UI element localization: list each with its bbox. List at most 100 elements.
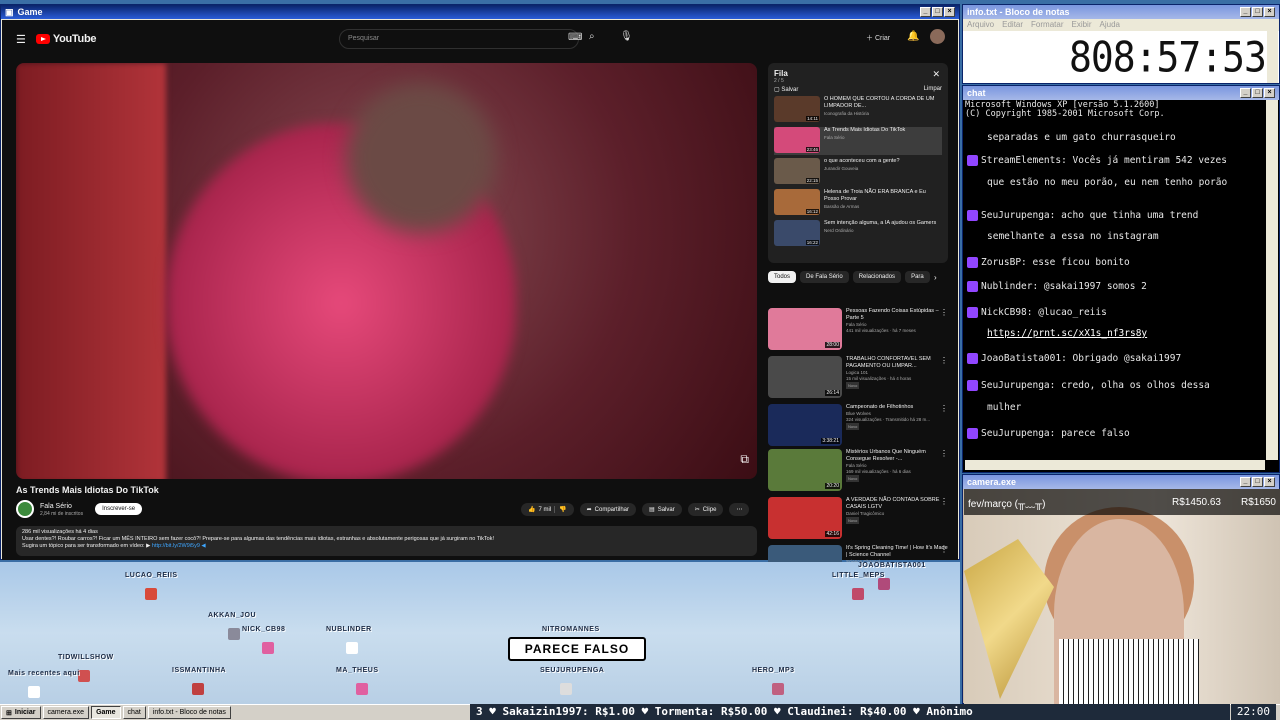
chat-horizontal-scrollbar[interactable] xyxy=(965,460,1265,470)
thumbs-down-icon[interactable]: 👎 xyxy=(554,506,567,513)
taskbar-button[interactable]: info.txt - Bloco de notas xyxy=(147,706,231,719)
more-options-icon[interactable]: ⋮ xyxy=(940,404,948,413)
player-name: NITROMANNES xyxy=(542,626,600,633)
queue-item[interactable]: 23:46 As Trends Mais Idiotas Do TikTok Fal… xyxy=(774,127,942,155)
search-icon[interactable]: ⌕ xyxy=(589,31,595,42)
chat-titlebar[interactable]: chat _ □ × xyxy=(963,86,1279,100)
mic-icon[interactable]: 🎙 xyxy=(620,31,633,42)
channel-name[interactable]: Fala Sério xyxy=(40,502,83,511)
player-avatar[interactable] xyxy=(878,578,890,590)
more-options-icon[interactable]: ⋮ xyxy=(940,449,948,458)
maximize-button[interactable]: □ xyxy=(1252,88,1263,98)
recommendation-item[interactable]: 3:38:21 Campeonato de Filhotinhos Blue Wol… xyxy=(768,404,948,446)
player-avatar[interactable] xyxy=(356,683,368,695)
more-options-icon[interactable]: ⋮ xyxy=(940,356,948,365)
minimize-button[interactable]: _ xyxy=(1240,477,1251,487)
player-name: LITTLE_MEPS xyxy=(832,572,885,579)
game-titlebar[interactable]: ▣ Game _ □ × xyxy=(1,5,959,19)
player-avatar[interactable] xyxy=(145,588,157,600)
duration-badge: 20:20 xyxy=(825,483,840,489)
recommendation-thumbnail: 3:38:21 xyxy=(768,404,842,446)
menu-item-ajuda[interactable]: Ajuda xyxy=(1100,20,1120,30)
queue-item[interactable]: 14:11 O HOMEM QUE CORTOU A CORDA DE UM LI… xyxy=(774,96,942,124)
taskbar-button[interactable]: camera.exe xyxy=(42,706,90,719)
more-options-icon[interactable]: ⋮ xyxy=(940,545,948,554)
timer-value: 808:57:53 xyxy=(1069,32,1267,82)
keyboard-icon[interactable]: ⌨ xyxy=(568,32,582,43)
clip-button[interactable]: ✂ Clipe xyxy=(687,503,724,516)
youtube-page: ☰ YouTube Pesquisar ⌨ ⌕ 🎙 ＋ Criar 🔔 ⧉ As… xyxy=(2,20,958,587)
save-button[interactable]: ▤ Salvar xyxy=(642,503,682,516)
notepad-titlebar[interactable]: info.txt - Bloco de notas _ □ × xyxy=(963,5,1279,19)
chip-relacionados[interactable]: Relacionados xyxy=(852,271,902,283)
taskbar-button[interactable]: Game xyxy=(91,706,121,719)
search-input[interactable]: Pesquisar xyxy=(339,29,579,49)
close-button[interactable]: × xyxy=(1264,88,1275,98)
recommendation-item[interactable]: 20:20 Mistérios Urbanos Que Ninguém Conse… xyxy=(768,449,948,491)
start-button[interactable]: ⊞ Iniciar xyxy=(1,706,41,719)
chip-para[interactable]: Para xyxy=(905,271,930,283)
maximize-button[interactable]: □ xyxy=(1252,477,1263,487)
speech-bubble: PARECE FALSO xyxy=(508,637,646,661)
recommendation-title: TRABALHO CONFORTAVEL SEM PAGAMENTO OU LI… xyxy=(846,356,931,369)
player-avatar[interactable] xyxy=(560,683,572,695)
queue-item-text: O HOMEM QUE CORTOU A CORDA DE UM LIMPADO… xyxy=(824,96,942,117)
queue-save-button[interactable]: ▢ Salvar xyxy=(774,86,798,93)
minimize-button[interactable]: _ xyxy=(1240,7,1251,17)
chat-text: Nublinder: @sakai1997 somos 2 xyxy=(981,281,1147,292)
minimize-button[interactable]: _ xyxy=(920,7,931,17)
create-button[interactable]: ＋ Criar xyxy=(866,33,890,43)
miniplayer-icon[interactable]: ⧉ xyxy=(740,452,749,467)
maximize-button[interactable]: □ xyxy=(932,7,943,17)
player-avatar[interactable] xyxy=(346,642,358,654)
taskbar-button[interactable]: chat xyxy=(122,706,146,719)
recommendation-item[interactable]: 28:00 Pessoas Fazendo Coisas Estúpidas – … xyxy=(768,308,948,350)
queue-clear-button[interactable]: Limpar xyxy=(924,86,942,93)
queue-item[interactable]: 16:12 Helena de Troia NÃO ERA BRANCA e Eu… xyxy=(774,189,942,217)
menu-icon[interactable]: ☰ xyxy=(16,33,26,46)
video-description[interactable]: 286 mil visualizações há 4 dias Usar den… xyxy=(16,526,757,556)
menu-item-editar[interactable]: Editar xyxy=(1002,20,1023,30)
twitch-icon xyxy=(967,428,978,439)
chip-de-fala-sério[interactable]: De Fala Sério xyxy=(800,271,849,283)
notepad-scrollbar[interactable] xyxy=(1267,31,1278,83)
player-avatar[interactable] xyxy=(772,683,784,695)
close-button[interactable]: × xyxy=(1264,477,1275,487)
close-icon[interactable]: ✕ xyxy=(932,69,940,80)
minimize-button[interactable]: _ xyxy=(1240,88,1251,98)
like-button[interactable]: 👍 7 mil 👎 xyxy=(521,503,574,516)
more-options-icon[interactable]: ⋮ xyxy=(940,497,948,506)
queue-item[interactable]: 22:15 o que aconteceu com a gente? Jurandi… xyxy=(774,158,942,186)
chip-todos[interactable]: Todos xyxy=(768,271,797,283)
close-button[interactable]: × xyxy=(944,7,955,17)
more-actions-button[interactable]: ⋯ xyxy=(729,503,750,516)
camera-titlebar[interactable]: camera.exe _ □ × xyxy=(963,475,1279,489)
maximize-button[interactable]: □ xyxy=(1252,7,1263,17)
player-avatar[interactable] xyxy=(28,686,40,698)
youtube-logo[interactable]: YouTube xyxy=(35,33,97,45)
recommendation-item[interactable]: 26:14 TRABALHO CONFORTAVEL SEM PAGAMENTO … xyxy=(768,356,948,398)
menu-item-exibir[interactable]: Exibir xyxy=(1071,20,1091,30)
channel-avatar[interactable] xyxy=(16,500,34,518)
player-avatar[interactable] xyxy=(262,642,274,654)
player-avatar[interactable] xyxy=(852,588,864,600)
video-player[interactable]: ⧉ xyxy=(16,63,757,479)
chat-vertical-scrollbar[interactable] xyxy=(1266,100,1278,460)
close-button[interactable]: × xyxy=(1264,7,1275,17)
menu-item-formatar[interactable]: Formatar xyxy=(1031,20,1063,30)
avatar[interactable] xyxy=(930,29,945,44)
chat-message: SeuJurupenga: parece falso xyxy=(967,428,1130,439)
chat-link[interactable]: https://prnt.sc/xX1s_nf3rs8y xyxy=(987,328,1147,339)
description-link[interactable]: http://bit.ly/2W9i5y9 ◀ xyxy=(152,543,206,549)
player-avatar[interactable] xyxy=(228,628,240,640)
video-actions: 👍 7 mil 👎 ➦ Compartilhar ▤ Salvar ✂ Clipe ⋯ xyxy=(521,503,750,516)
share-button[interactable]: ➦ Compartilhar xyxy=(579,503,637,516)
menu-item-arquivo[interactable]: Arquivo xyxy=(967,20,994,30)
bell-icon[interactable]: 🔔 xyxy=(907,31,919,42)
player-avatar[interactable] xyxy=(192,683,204,695)
chevron-right-icon[interactable]: › xyxy=(934,273,937,282)
recommendation-item[interactable]: 42:16 A VERDADE NÃO CONTADA SOBRE CASAIS … xyxy=(768,497,948,539)
more-options-icon[interactable]: ⋮ xyxy=(940,308,948,317)
subscribe-button[interactable]: Inscrever-se xyxy=(95,503,143,515)
queue-item[interactable]: 16:22 Sem intenção alguma, a IA ajudou os… xyxy=(774,220,942,248)
